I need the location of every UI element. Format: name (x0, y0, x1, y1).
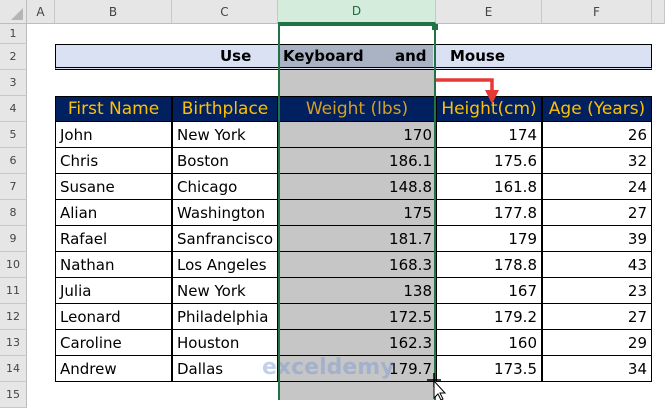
column-header-b[interactable]: B (55, 0, 172, 24)
table-cell[interactable]: 175.6 (436, 148, 542, 174)
table-cell[interactable]: Leonard (55, 304, 172, 330)
table-cell[interactable]: 32 (542, 148, 652, 174)
select-all-button[interactable] (0, 0, 27, 24)
table-cell[interactable]: Julia (55, 278, 172, 304)
table-cell[interactable]: 26 (542, 122, 652, 148)
table-cell[interactable]: 175 (278, 200, 436, 226)
row-header[interactable]: 9 (0, 226, 27, 252)
column-header-f[interactable]: F (542, 0, 652, 24)
fill-handle[interactable] (432, 24, 438, 30)
table-cell[interactable]: John (55, 122, 172, 148)
table-cell[interactable]: Nathan (55, 252, 172, 278)
row-header[interactable]: 5 (0, 122, 27, 148)
table-cell[interactable]: 168.3 (278, 252, 436, 278)
table-cell[interactable]: Caroline (55, 330, 172, 356)
table-cell[interactable]: Sanfrancisco (172, 226, 278, 252)
title-banner: Use Keyboard and Mouse (55, 44, 652, 70)
table-cell[interactable]: 167 (436, 278, 542, 304)
table-cell[interactable]: Boston (172, 148, 278, 174)
row-header[interactable]: 6 (0, 148, 27, 174)
table-cell[interactable]: 29 (542, 330, 652, 356)
table-cell[interactable]: 24 (542, 174, 652, 200)
watermark-logo: exceldemy (262, 355, 395, 380)
title-word: Mouse (450, 47, 506, 65)
row-header[interactable]: 15 (0, 382, 27, 408)
table-cell[interactable]: 27 (542, 304, 652, 330)
column-header-d[interactable]: D (278, 0, 436, 24)
table-cell[interactable]: Philadelphia (172, 304, 278, 330)
row-header[interactable]: 12 (0, 304, 27, 330)
row-header[interactable]: 7 (0, 174, 27, 200)
table-cell[interactable]: 179.2 (436, 304, 542, 330)
column-header-e[interactable]: E (436, 0, 542, 24)
arrow-icon (436, 78, 499, 104)
table-cell[interactable]: Susane (55, 174, 172, 200)
table-header: First Name (55, 96, 172, 122)
table-cell[interactable]: 138 (278, 278, 436, 304)
table-cell[interactable]: Chris (55, 148, 172, 174)
table-cell[interactable]: New York (172, 278, 278, 304)
row-header[interactable]: 10 (0, 252, 27, 278)
table-cell[interactable]: 178.8 (436, 252, 542, 278)
table-header: Weight (lbs) (278, 96, 436, 122)
table-cell[interactable]: 39 (542, 226, 652, 252)
column-header-c[interactable]: C (172, 0, 278, 24)
table-header: Age (Years) (542, 96, 652, 122)
table-cell[interactable]: 173.5 (436, 356, 542, 382)
table-cell[interactable]: Andrew (55, 356, 172, 382)
table-cell[interactable]: Chicago (172, 174, 278, 200)
table-cell[interactable]: 179 (436, 226, 542, 252)
table-cell[interactable]: 162.3 (278, 330, 436, 356)
row-header[interactable]: 8 (0, 200, 27, 226)
table-cell[interactable]: 160 (436, 330, 542, 356)
table-cell[interactable]: 34 (542, 356, 652, 382)
title-word: and (395, 47, 427, 65)
table-cell[interactable]: 27 (542, 200, 652, 226)
row-header[interactable]: 2 (0, 44, 27, 70)
table-cell[interactable]: 177.8 (436, 200, 542, 226)
table-cell[interactable]: New York (172, 122, 278, 148)
table-cell[interactable]: 170 (278, 122, 436, 148)
row-header[interactable]: 13 (0, 330, 27, 356)
move-cursor-icon (427, 373, 447, 400)
table-cell[interactable]: 181.7 (278, 226, 436, 252)
row-header[interactable]: 1 (0, 24, 27, 44)
table-cell[interactable]: Houston (172, 330, 278, 356)
table-cell[interactable]: 23 (542, 278, 652, 304)
table-cell[interactable]: 148.8 (278, 174, 436, 200)
row-header[interactable]: 14 (0, 356, 27, 382)
row-header[interactable]: 11 (0, 278, 27, 304)
row-header[interactable]: 3 (0, 70, 27, 96)
table-cell[interactable]: Rafael (55, 226, 172, 252)
title-word: Use (220, 47, 252, 65)
table-cell[interactable]: Washington (172, 200, 278, 226)
table-cell[interactable]: 172.5 (278, 304, 436, 330)
table-cell[interactable]: 174 (436, 122, 542, 148)
table-cell[interactable]: 43 (542, 252, 652, 278)
table-cell[interactable]: 161.8 (436, 174, 542, 200)
column-header-a[interactable]: A (27, 0, 55, 24)
table-cell[interactable]: Alian (55, 200, 172, 226)
table-cell[interactable]: 186.1 (278, 148, 436, 174)
table-header: Birthplace (172, 96, 278, 122)
column-header-g[interactable] (652, 0, 665, 24)
table-cell[interactable]: Los Angeles (172, 252, 278, 278)
row-header[interactable]: 4 (0, 96, 27, 122)
